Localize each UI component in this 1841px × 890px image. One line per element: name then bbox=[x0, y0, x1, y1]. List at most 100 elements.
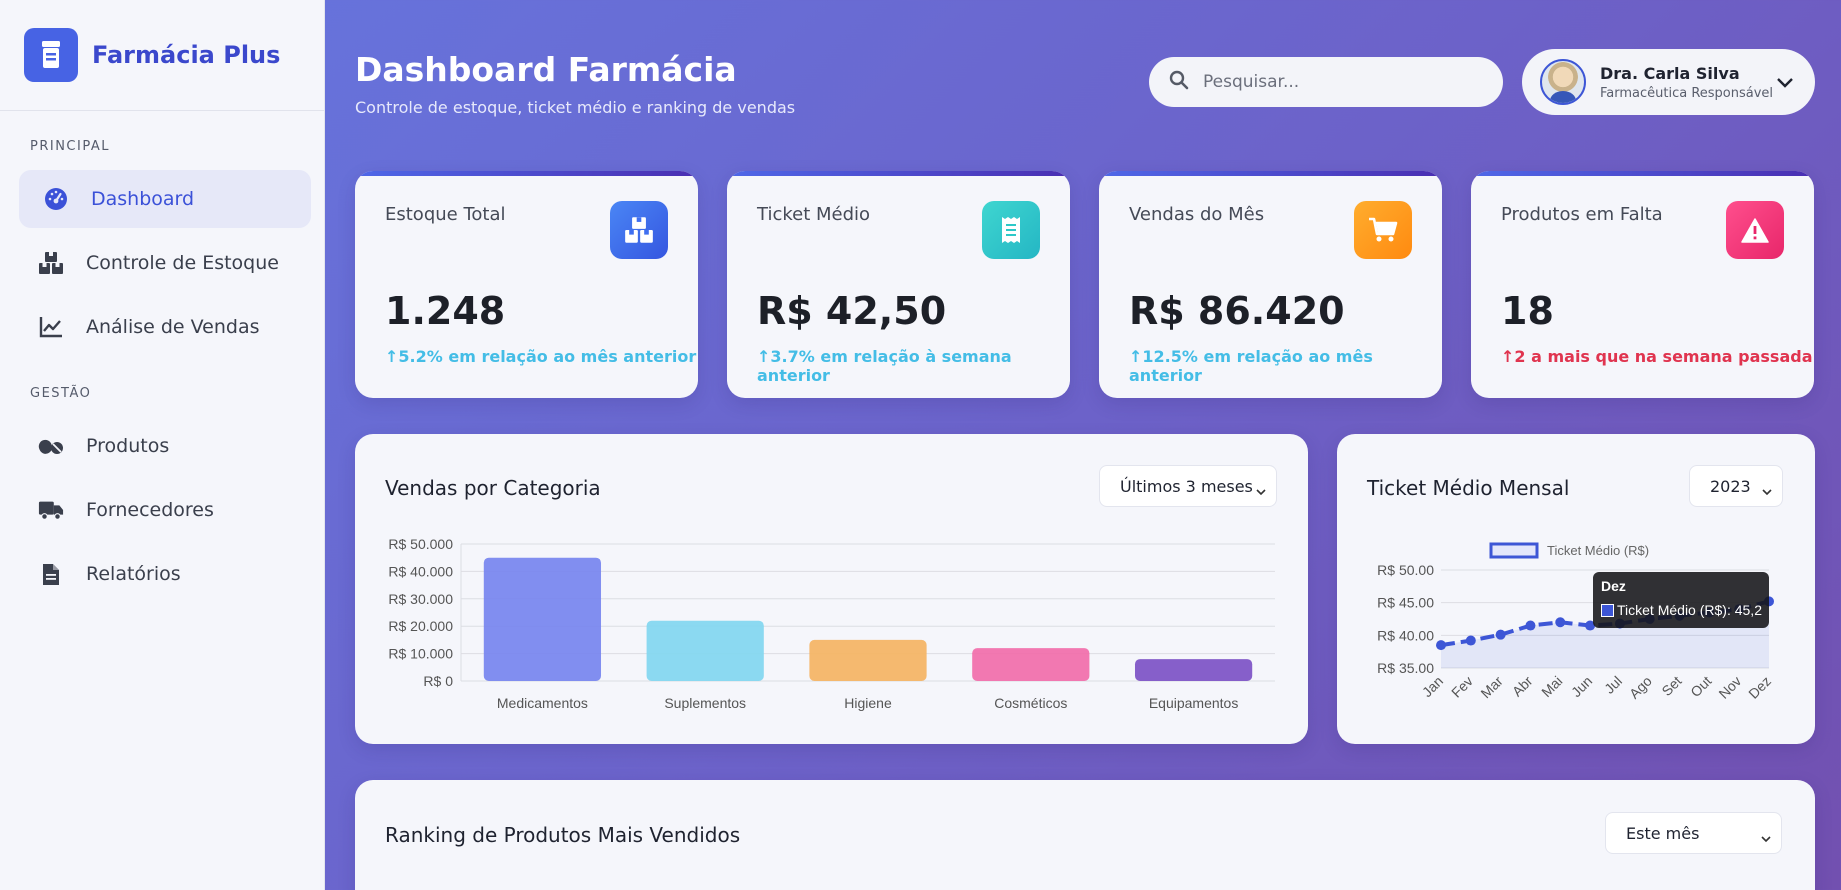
boxes-icon bbox=[610, 201, 668, 259]
y-tick-label: R$ 50.000 bbox=[388, 536, 453, 552]
x-tick-label: Abr bbox=[1509, 673, 1536, 700]
x-tick-label: Ago bbox=[1626, 673, 1655, 702]
sidebar-item-label: Análise de Vendas bbox=[86, 316, 260, 338]
x-tick-label: Mai bbox=[1538, 673, 1565, 700]
sidebar-item-analise-de-vendas[interactable]: Análise de Vendas bbox=[19, 298, 311, 356]
boxes-icon bbox=[38, 250, 64, 276]
sidebar-item-controle-de-estoque[interactable]: Controle de Estoque bbox=[19, 234, 311, 292]
user-menu[interactable]: Dra. Carla Silva Farmacêutica Responsáve… bbox=[1522, 49, 1815, 115]
ranking-period-select[interactable]: Este mês bbox=[1605, 812, 1782, 854]
chevron-down-icon bbox=[1761, 828, 1771, 847]
data-point bbox=[1495, 629, 1506, 640]
brand-name: Farmácia Plus bbox=[92, 41, 281, 69]
panel-title: Ranking de Produtos Mais Vendidos bbox=[385, 823, 741, 847]
bar bbox=[483, 557, 602, 681]
tooltip-text: Ticket Médio (R$): 45,2 bbox=[1617, 602, 1762, 618]
x-tick-label: Higiene bbox=[844, 695, 892, 711]
search-icon bbox=[1169, 70, 1189, 94]
sidebar-item-fornecedores[interactable]: Fornecedores bbox=[19, 481, 311, 539]
chevron-down-icon[interactable] bbox=[1777, 73, 1793, 92]
sidebar-item-dashboard[interactable]: Dashboard bbox=[19, 170, 311, 228]
receipt-icon bbox=[982, 201, 1040, 259]
x-tick-label: Jan bbox=[1419, 673, 1446, 700]
stat-value: R$ 86.420 bbox=[1129, 289, 1345, 333]
y-tick-label: R$ 35.00 bbox=[1377, 660, 1434, 676]
gauge-icon bbox=[43, 186, 69, 212]
line-chart-icon bbox=[38, 314, 64, 340]
bar bbox=[972, 648, 1090, 681]
stat-card-estoque-total: Estoque Total 1.248 ↑5.2% em relação ao … bbox=[355, 171, 698, 398]
stat-value: 1.248 bbox=[385, 289, 506, 333]
x-tick-label: Jul bbox=[1601, 673, 1625, 697]
sidebar-item-label: Produtos bbox=[86, 435, 170, 457]
arrow-up-icon: ↑ bbox=[1129, 347, 1143, 366]
x-tick-label: Set bbox=[1658, 673, 1684, 699]
stat-change: ↑3.7% em relação à semana anterior bbox=[757, 347, 1012, 385]
sales-by-category-panel: Vendas por Categoria Últimos 3 meses R$ … bbox=[355, 434, 1308, 744]
x-tick-label: Medicamentos bbox=[497, 695, 588, 711]
y-tick-label: R$ 20.000 bbox=[388, 618, 453, 634]
ranking-panel: Ranking de Produtos Mais Vendidos Este m… bbox=[355, 780, 1815, 890]
sidebar-item-label: Dashboard bbox=[91, 188, 195, 210]
stat-change: ↑5.2% em relação ao mês anterior bbox=[385, 347, 697, 366]
nav-section-gestao: GESTÃO bbox=[30, 386, 92, 401]
search-input[interactable] bbox=[1203, 72, 1473, 92]
sidebar-item-label: Relatórios bbox=[86, 563, 181, 585]
stat-label: Estoque Total bbox=[385, 204, 506, 225]
stat-card-vendas-do-mes: Vendas do Mês R$ 86.420 ↑12.5% em relaçã… bbox=[1099, 171, 1442, 398]
y-tick-label: R$ 50.00 bbox=[1377, 562, 1434, 578]
avatar bbox=[1540, 59, 1586, 105]
page-subtitle: Controle de estoque, ticket médio e rank… bbox=[355, 98, 796, 117]
stat-change: ↑2 a mais que na semana passada bbox=[1501, 347, 1813, 366]
ticket-medio-panel: Ticket Médio Mensal 2023 R$ 35.00 R$ 40.0… bbox=[1337, 434, 1815, 744]
y-tick-label: R$ 40.000 bbox=[388, 563, 453, 579]
search-box[interactable] bbox=[1149, 57, 1503, 107]
nav-section-principal: PRINCIPAL bbox=[30, 139, 110, 154]
bar bbox=[1134, 659, 1253, 681]
y-tick-label: R$ 45.00 bbox=[1377, 595, 1434, 611]
stat-label: Vendas do Mês bbox=[1129, 204, 1265, 225]
x-tick-label: Fev bbox=[1448, 673, 1476, 701]
data-point bbox=[1436, 640, 1446, 651]
user-info: Dra. Carla Silva Farmacêutica Responsáve… bbox=[1600, 64, 1773, 101]
select-value: Este mês bbox=[1626, 823, 1700, 843]
bar bbox=[646, 620, 764, 681]
x-tick-label: Equipamentos bbox=[1149, 695, 1239, 711]
legend-swatch bbox=[1489, 542, 1539, 559]
data-point bbox=[1465, 635, 1476, 646]
truck-icon bbox=[38, 497, 64, 523]
x-tick-label: Suplementos bbox=[664, 695, 746, 711]
sidebar-item-relatorios[interactable]: Relatórios bbox=[19, 545, 311, 603]
sales-bar-chart: R$ 0 R$ 10.000 R$ 20.000 R$ 30.000 R$ 40.000… bbox=[388, 536, 1275, 711]
x-tick-label: Mar bbox=[1477, 673, 1506, 702]
sidebar-item-label: Fornecedores bbox=[86, 499, 214, 521]
brand: Farmácia Plus bbox=[0, 0, 324, 111]
bar bbox=[809, 639, 927, 681]
arrow-up-icon: ↑ bbox=[1501, 347, 1515, 366]
page-title: Dashboard Farmácia bbox=[355, 50, 737, 89]
data-point bbox=[1555, 617, 1566, 628]
sidebar-item-label: Controle de Estoque bbox=[86, 252, 279, 274]
user-name: Dra. Carla Silva bbox=[1600, 63, 1740, 83]
arrow-up-icon: ↑ bbox=[385, 347, 399, 366]
sidebar-item-produtos[interactable]: Produtos bbox=[19, 417, 311, 475]
warning-icon bbox=[1726, 201, 1784, 259]
y-tick-label: R$ 10.000 bbox=[388, 646, 453, 662]
user-role: Farmacêutica Responsável bbox=[1600, 85, 1774, 101]
x-tick-label: Nov bbox=[1715, 673, 1744, 702]
data-point bbox=[1525, 620, 1536, 631]
chart-tooltip: Dez Ticket Médio (R$): 45,2 bbox=[1593, 572, 1769, 628]
y-tick-label: R$ 0 bbox=[423, 673, 453, 689]
pill-bottle-icon bbox=[24, 28, 78, 82]
x-tick-label: Cosméticos bbox=[994, 695, 1067, 711]
tooltip-row: Ticket Médio (R$): 45,2 bbox=[1601, 602, 1762, 618]
stat-value: R$ 42,50 bbox=[757, 289, 947, 333]
tooltip-swatch bbox=[1601, 603, 1614, 617]
y-tick-label: R$ 40.00 bbox=[1377, 627, 1434, 643]
x-tick-label: Jun bbox=[1568, 673, 1595, 700]
file-icon bbox=[38, 561, 64, 587]
capsules-icon bbox=[38, 433, 64, 459]
stat-change: ↑12.5% em relação ao mês anterior bbox=[1129, 347, 1373, 385]
y-tick-label: R$ 30.000 bbox=[388, 591, 453, 607]
cart-icon bbox=[1354, 201, 1412, 259]
